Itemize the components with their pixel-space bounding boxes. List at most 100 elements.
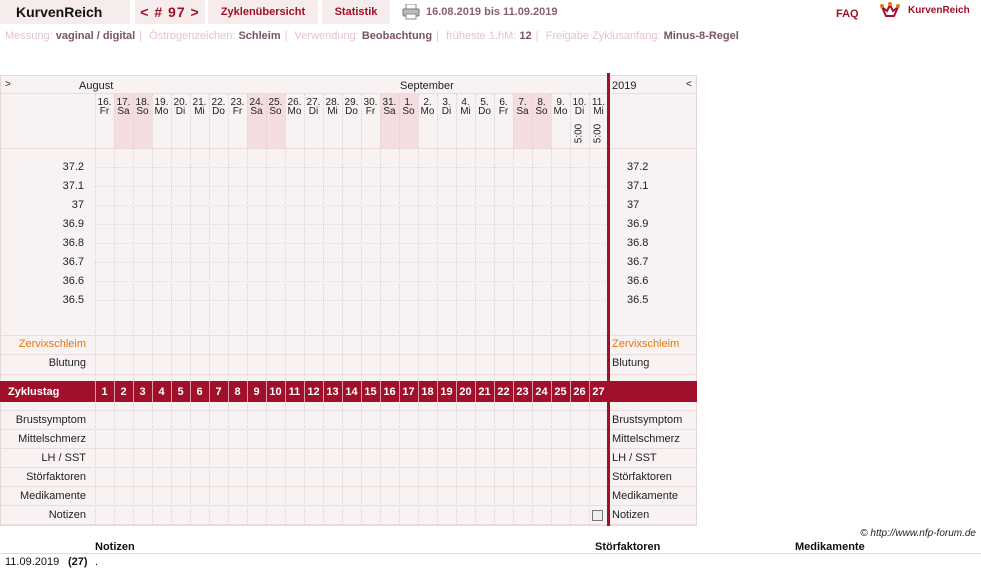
row-label-5-right: Notizen <box>612 509 650 521</box>
grid-hline <box>0 524 697 525</box>
cycle-day-number: 13 <box>326 386 339 398</box>
cycle-day-number: 21 <box>478 386 491 398</box>
weekday: Do <box>212 106 225 117</box>
row-label-bleeding: Blutung <box>48 357 86 369</box>
measure-time: 5:00 <box>592 123 604 144</box>
temp-label-right: 37 <box>627 199 640 211</box>
cycle-day-number: 19 <box>440 386 453 398</box>
weekday: Mo <box>420 106 435 117</box>
row-label-bleeding-right: Blutung <box>612 357 650 369</box>
grid-vline <box>133 94 134 524</box>
cycle-chart: > August September 2019 <16. Fr 17. Sa 18. So 19. M… <box>0 0 981 585</box>
grid-vline <box>589 94 590 524</box>
grid-vline <box>532 94 533 524</box>
weekday: Fr <box>365 106 376 117</box>
cycle-day-number: 2 <box>120 386 127 398</box>
row-label-cervical-mucus: Zervixschleim <box>18 338 86 350</box>
row-label-1: Mittelschmerz <box>18 433 86 445</box>
year-label: 2019 <box>612 80 637 92</box>
grid-vline <box>247 94 248 524</box>
weekday: Sa <box>516 106 529 117</box>
row-label-cycle-day: Zyklustag <box>8 386 60 398</box>
weekday: Mi <box>327 106 338 117</box>
cycle-day-number: 5 <box>177 386 184 398</box>
row-label-2-right: LH / SST <box>612 452 657 464</box>
weekday: Mi <box>194 106 205 117</box>
cycle-day-number: 20 <box>459 386 472 398</box>
temp-label-right: 36.6 <box>627 275 649 287</box>
grid-vline <box>266 94 267 524</box>
cycle-day-number: 8 <box>234 386 241 398</box>
cycle-day-number: 26 <box>573 386 586 398</box>
row-label-3-right: Störfaktoren <box>612 471 672 483</box>
temp-label-right: 37.1 <box>627 180 649 192</box>
grid-vline <box>380 94 381 524</box>
temp-gridline <box>95 300 608 301</box>
row-label-cervical-mucus-right: Zervixschleim <box>612 338 680 350</box>
note-icon[interactable] <box>592 510 603 521</box>
temp-label-right: 37.2 <box>627 161 649 173</box>
grid-vline <box>551 94 552 524</box>
row-label-4-right: Medikamente <box>612 490 679 502</box>
grid-vline <box>475 94 476 524</box>
temp-gridline <box>95 186 608 187</box>
disturbances-header: Störfaktoren <box>595 541 661 553</box>
weekday: Di <box>308 106 319 117</box>
weekday: Do <box>345 106 358 117</box>
temp-label: 37.2 <box>62 161 84 173</box>
cycle-day-number: 10 <box>269 386 282 398</box>
today-marker-line <box>607 73 610 526</box>
copyright: © http://www.nfp-forum.de <box>860 528 976 539</box>
grid-vline <box>95 94 96 524</box>
weekday: Fr <box>498 106 509 117</box>
notes-header: Notizen <box>95 541 135 553</box>
row-label-0-right: Brustsymptom <box>612 414 683 426</box>
grid-vline <box>342 94 343 524</box>
temp-label: 36.9 <box>62 218 84 230</box>
temp-label: 36.6 <box>62 275 84 287</box>
temp-gridline <box>95 224 608 225</box>
weekday: Sa <box>383 106 396 117</box>
grid-vline <box>513 94 514 524</box>
row-label-3: Störfaktoren <box>26 471 86 483</box>
nav-next-button[interactable]: < <box>686 79 692 90</box>
grid-vline <box>209 94 210 524</box>
weekday: So <box>402 106 415 117</box>
weekday: So <box>535 106 548 117</box>
row-label-2: LH / SST <box>41 452 86 464</box>
grid-vline <box>418 94 419 524</box>
temp-label: 37.1 <box>62 180 84 192</box>
grid-hline <box>0 335 697 336</box>
weekday: Do <box>478 106 491 117</box>
weekday: Mo <box>553 106 568 117</box>
grid-vline <box>399 94 400 524</box>
cycle-day-number: 3 <box>139 386 146 398</box>
grid-vline <box>114 94 115 524</box>
grid-vline <box>228 94 229 524</box>
row-label-4: Medikamente <box>19 490 86 502</box>
temp-label-right: 36.7 <box>627 256 649 268</box>
temp-label-right: 36.5 <box>627 294 649 306</box>
note-cycle-day: (27) <box>68 556 88 568</box>
cycle-day-number: 7 <box>215 386 222 398</box>
cycle-day-number: 15 <box>364 386 377 398</box>
grid-vline <box>171 94 172 524</box>
cycle-day-number: 12 <box>307 386 320 398</box>
cycle-day-number: 24 <box>535 386 548 398</box>
weekday: Di <box>175 106 186 117</box>
temp-gridline <box>95 281 608 282</box>
note-date: 11.09.2019 <box>5 556 60 568</box>
month-label: August <box>79 80 114 92</box>
medication-header: Medikamente <box>795 541 865 553</box>
grid-hline <box>0 448 697 449</box>
weekday: Di <box>441 106 452 117</box>
cycle-day-number: 6 <box>196 386 203 398</box>
grid-vline <box>570 94 571 524</box>
temp-label: 36.5 <box>62 294 84 306</box>
grid-vline <box>152 94 153 524</box>
nav-prev-button[interactable]: > <box>5 79 11 90</box>
weekday: Mo <box>287 106 302 117</box>
row-label-5: Notizen <box>48 509 86 521</box>
temp-gridline <box>95 205 608 206</box>
temp-gridline <box>95 243 608 244</box>
